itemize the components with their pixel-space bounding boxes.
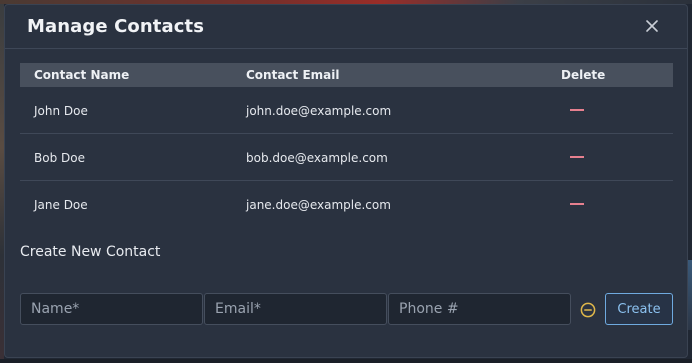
contact-name: John Doe (34, 104, 88, 118)
name-input[interactable] (20, 293, 203, 325)
minus-circle-icon[interactable] (580, 302, 596, 318)
backdrop-bottom (0, 359, 692, 363)
contacts-table: Contact Name Contact Email Delete John D… (20, 63, 673, 228)
table-row: John Doe john.doe@example.com (20, 87, 673, 134)
contact-name: Bob Doe (34, 151, 85, 165)
phone-input[interactable] (388, 293, 571, 325)
close-icon[interactable] (643, 17, 661, 35)
header-contact-email: Contact Email (246, 68, 340, 82)
contact-email: jane.doe@example.com (246, 198, 391, 212)
table-row: Jane Doe jane.doe@example.com (20, 181, 673, 228)
create-contact-form: Create (20, 293, 675, 325)
delete-contact-button[interactable] (570, 156, 584, 158)
delete-contact-button[interactable] (570, 109, 584, 111)
create-contact-heading: Create New Contact (20, 244, 161, 260)
email-input[interactable] (204, 293, 387, 325)
create-button[interactable]: Create (605, 293, 673, 325)
contact-name: Jane Doe (34, 198, 88, 212)
contact-email: john.doe@example.com (246, 104, 392, 118)
header-delete: Delete (561, 68, 606, 82)
modal-header: Manage Contacts (5, 5, 687, 49)
delete-contact-button[interactable] (570, 203, 584, 205)
table-header: Contact Name Contact Email Delete (20, 63, 673, 87)
header-contact-name: Contact Name (34, 68, 130, 82)
table-row: Bob Doe bob.doe@example.com (20, 134, 673, 181)
modal-title: Manage Contacts (27, 16, 205, 37)
manage-contacts-modal: Manage Contacts Contact Name Contact Ema… (4, 4, 688, 358)
contact-email: bob.doe@example.com (246, 151, 388, 165)
